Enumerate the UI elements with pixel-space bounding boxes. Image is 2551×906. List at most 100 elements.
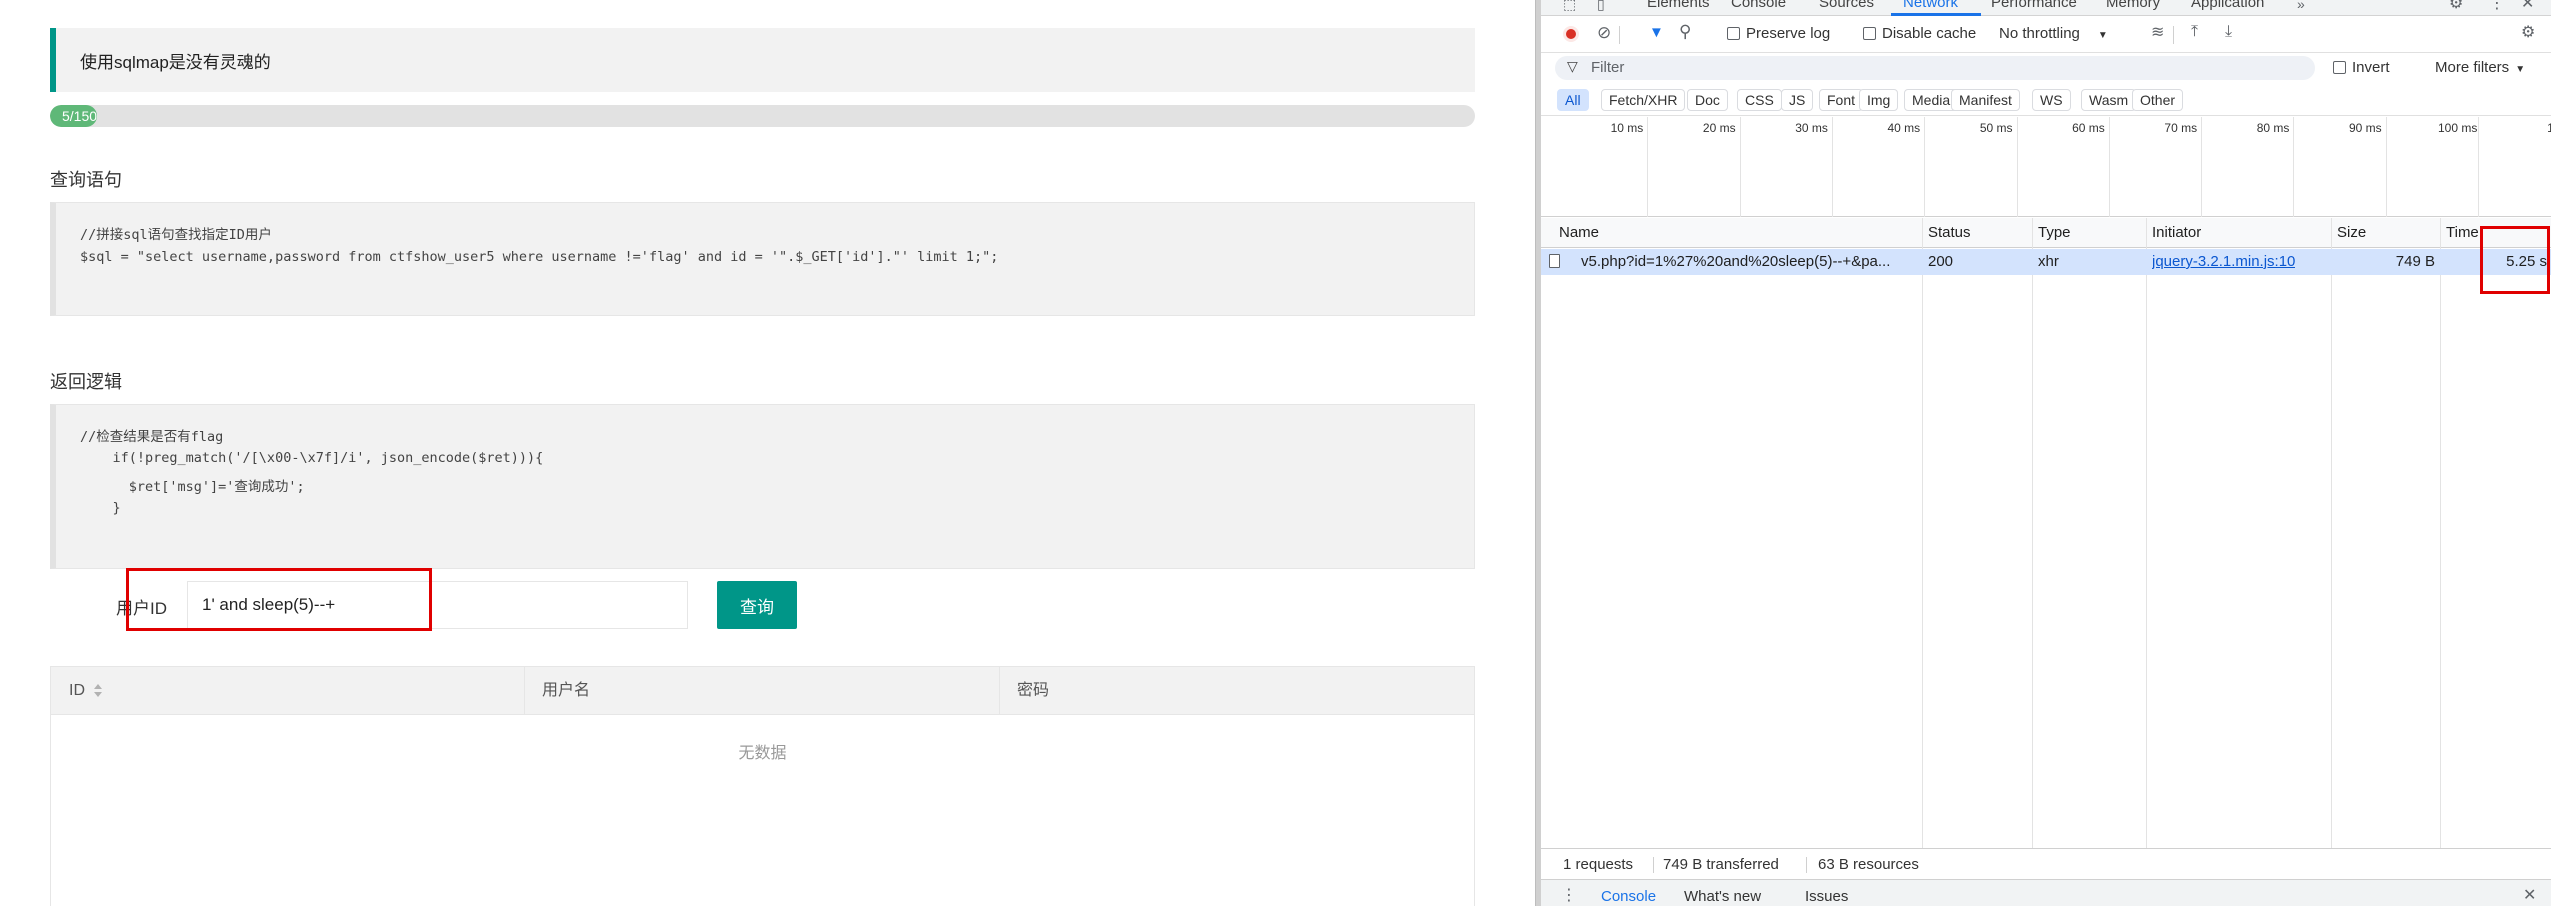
type-filter-img[interactable]: Img <box>1859 89 1899 111</box>
request-time: 5.25 s <box>2506 253 2547 270</box>
results-table: ID 用户名 密码 无数据 <box>50 666 1475 906</box>
table-header: ID 用户名 密码 <box>51 667 1474 715</box>
timeline-tick-label: 90 ms <box>2349 121 2382 135</box>
tab-sources[interactable]: Sources <box>1819 0 1874 11</box>
timeline-tick-label: 40 ms <box>1887 121 1921 135</box>
code-line: //检查结果是否有flag <box>80 429 224 445</box>
request-status: 200 <box>1928 253 1954 270</box>
progress-label: 5/150 <box>62 108 98 124</box>
column-initiator[interactable]: Initiator <box>2152 224 2201 241</box>
kebab-menu-icon[interactable]: ⋮ <box>2489 0 2505 12</box>
timeline-gridline <box>2385 117 2387 217</box>
logic-code-block: //检查结果是否有flag if(!preg_match('/[\x00-\x7… <box>50 404 1475 569</box>
more-filters-dropdown[interactable]: More filters ▼ <box>2435 59 2525 76</box>
resource-type-filters: All Fetch/XHR Doc CSS JS Font Img Media Manifest… <box>1541 84 2551 116</box>
tab-console[interactable]: Console <box>1731 0 1786 11</box>
progress-fill: 5/150 <box>50 105 98 127</box>
timeline-gridline <box>1924 117 1926 217</box>
devtools-tab-bar: ⬚ ▯ Elements Console Sources Network Per… <box>1541 0 2551 16</box>
type-filter-fetch-xhr[interactable]: Fetch/XHR <box>1601 89 1686 111</box>
tab-performance[interactable]: Performance <box>1991 0 2077 11</box>
transferred-size: 749 B transferred <box>1663 856 1779 873</box>
tab-memory[interactable]: Memory <box>2106 0 2160 11</box>
timeline-gridline <box>2108 117 2110 217</box>
logic-section-title: 返回逻辑 <box>50 372 122 392</box>
code-line: if(!preg_match('/[\x00-\x7f]/i', json_en… <box>80 450 544 466</box>
throttling-select[interactable]: No throttling ▼ <box>1999 25 2108 42</box>
timeline-gridline <box>2016 117 2018 217</box>
code-line: $ret['msg']='查询成功'; <box>80 479 305 495</box>
notice-banner: 使用sqlmap是没有灵魂的 <box>50 28 1475 92</box>
clear-icon[interactable]: ⊘ <box>1597 24 1611 41</box>
search-icon[interactable]: ⚲ <box>1679 23 1691 40</box>
filter-row: ▽ Filter Invert More filters ▼ <box>1541 54 2551 84</box>
invert-checkbox[interactable]: Invert <box>2333 59 2390 76</box>
network-settings-icon[interactable]: ⚙ <box>2521 25 2535 41</box>
timeline-tick-label: 80 ms <box>2256 121 2290 135</box>
code-line: $sql = "select username,password from ct… <box>80 249 999 265</box>
type-filter-js[interactable]: JS <box>1781 89 1814 111</box>
drawer-tab-console[interactable]: Console <box>1601 888 1656 905</box>
tab-elements[interactable]: Elements <box>1647 0 1710 11</box>
close-devtools-icon[interactable]: ✕ <box>2521 0 2534 12</box>
device-toggle-icon[interactable]: ▯ <box>1597 0 1605 12</box>
request-type: xhr <box>2038 253 2059 270</box>
column-type[interactable]: Type <box>2038 224 2071 241</box>
sort-icon[interactable] <box>93 683 103 698</box>
request-initiator-link[interactable]: jquery-3.2.1.min.js:10 <box>2152 253 2295 270</box>
timeline-tick-label: 10 ms <box>1610 121 1644 135</box>
column-status[interactable]: Status <box>1928 224 1971 241</box>
query-button[interactable]: 查询 <box>717 581 797 629</box>
tab-application[interactable]: Application <box>2191 0 2264 11</box>
column-header-username: 用户名 <box>542 682 591 699</box>
timeline-tick-label: 100 ms <box>2438 121 2478 135</box>
devtools-drawer: ⋮ Console What's new Issues ✕ <box>1541 879 2551 906</box>
devtools-panel: ⬚ ▯ Elements Console Sources Network Per… <box>1541 0 2551 906</box>
more-tabs-icon[interactable]: » <box>2297 0 2305 12</box>
request-name[interactable]: v5.php?id=1%27%20and%20sleep(5)--+&pa... <box>1581 253 1917 270</box>
preserve-log-checkbox[interactable]: Preserve log <box>1727 25 1830 42</box>
type-filter-other[interactable]: Other <box>2132 89 2184 111</box>
type-filter-manifest[interactable]: Manifest <box>1951 89 2020 111</box>
drawer-tab-issues[interactable]: Issues <box>1805 888 1848 905</box>
timeline-gridline <box>1739 117 1741 217</box>
timeline-overview[interactable]: 10 ms 20 ms 30 ms 40 ms 50 ms 60 ms 70 ms 80 ms… <box>1541 117 2551 217</box>
drawer-tab-whats-new[interactable]: What's new <box>1684 888 1761 905</box>
type-filter-font[interactable]: Font <box>1819 89 1864 111</box>
user-id-input[interactable] <box>187 581 688 629</box>
query-code-block: //拼接sql语句查找指定ID用户 $sql = "select usernam… <box>50 202 1475 316</box>
tab-network[interactable]: Network <box>1903 0 1958 11</box>
timeline-gridline <box>2478 117 2479 217</box>
type-filter-all[interactable]: All <box>1557 89 1589 111</box>
column-size[interactable]: Size <box>2337 224 2366 241</box>
timeline-gridline <box>1647 117 1649 217</box>
column-name[interactable]: Name <box>1559 224 1599 241</box>
export-har-icon[interactable]: ⤓ <box>2225 24 2232 40</box>
resources-size: 63 B resources <box>1818 856 1919 873</box>
network-conditions-icon[interactable]: ≋ <box>2151 25 2164 41</box>
table-row[interactable]: v5.php?id=1%27%20and%20sleep(5)--+&pa...… <box>1541 249 2551 275</box>
drawer-menu-icon[interactable]: ⋮ <box>1561 888 1577 904</box>
type-filter-css[interactable]: CSS <box>1737 89 1782 111</box>
column-header-id[interactable]: ID <box>51 667 524 715</box>
close-drawer-icon[interactable]: ✕ <box>2523 888 2536 904</box>
filter-icon[interactable]: ▼ <box>1649 25 1664 41</box>
disable-cache-checkbox[interactable]: Disable cache <box>1863 25 1976 42</box>
inspect-icon[interactable]: ⬚ <box>1563 0 1576 12</box>
settings-icon[interactable]: ⚙ <box>2449 0 2463 12</box>
import-har-icon[interactable]: ⤒ <box>2191 24 2198 40</box>
table-empty-text: 无数据 <box>738 745 787 762</box>
type-filter-doc[interactable]: Doc <box>1687 89 1728 111</box>
network-status-bar: 1 requests 749 B transferred 63 B resour… <box>1541 848 2551 878</box>
notice-text: 使用sqlmap是没有灵魂的 <box>80 53 271 72</box>
timeline-gridline <box>2293 117 2295 217</box>
timeline-tick-label: 110 <box>2547 121 2551 135</box>
chevron-down-icon: ▼ <box>2515 64 2526 75</box>
timeline-gridline <box>1831 117 1833 217</box>
type-filter-wasm[interactable]: Wasm <box>2081 89 2137 111</box>
type-filter-ws[interactable]: WS <box>2032 89 2071 111</box>
filter-input[interactable]: ▽ Filter <box>1555 56 2315 80</box>
code-line: } <box>80 500 121 516</box>
column-time[interactable]: Time <box>2446 224 2479 241</box>
record-stop-icon[interactable] <box>1563 26 1579 42</box>
